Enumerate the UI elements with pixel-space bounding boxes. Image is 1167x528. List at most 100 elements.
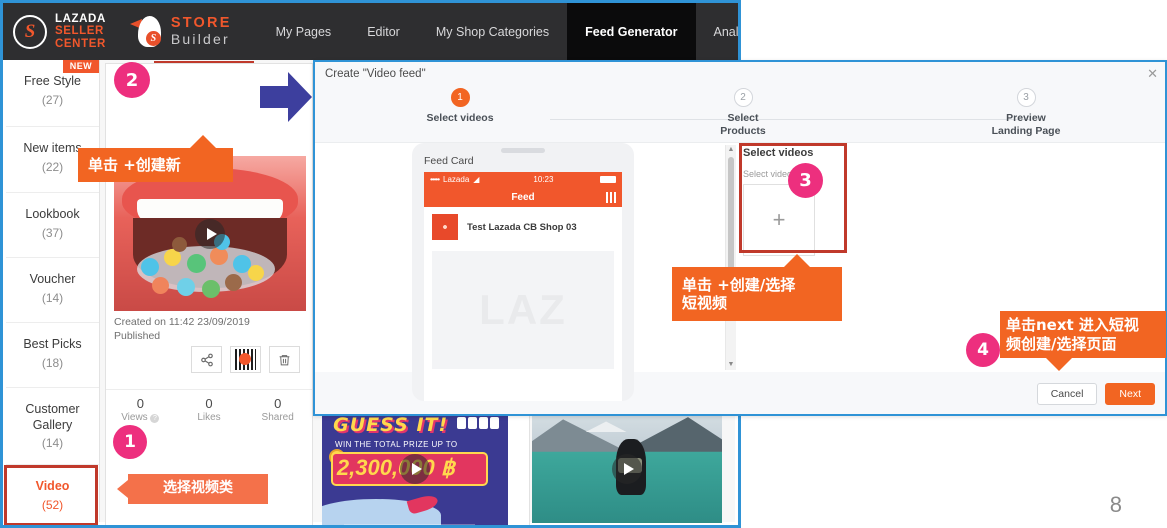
phone-speaker xyxy=(501,148,545,153)
step-caption-line1: Select xyxy=(727,112,759,124)
banner-title: GUESS IT! xyxy=(333,414,449,437)
annotation-pin-1: 1 xyxy=(113,425,147,459)
phone-feed-title-bar: Feed xyxy=(424,187,622,207)
page-number: 8 xyxy=(1109,492,1122,517)
annotation-pin-4: 4 xyxy=(966,333,1000,367)
feed-title: Feed xyxy=(511,191,535,203)
feed-card-item[interactable]: Created on 11:42 23/09/2019 Published 0 … xyxy=(105,63,313,525)
annotation-click-next: 单击next 进入短视 频创建/选择页面 xyxy=(1000,311,1166,371)
sidebar-item-label: Free Style xyxy=(24,74,81,88)
feed-shop-row[interactable]: Test Lazada CB Shop 03 xyxy=(424,207,622,247)
step-caption: Preview Landing Page xyxy=(936,112,1116,138)
nav-item-feed-generator[interactable]: Feed Generator xyxy=(567,3,696,60)
stat-label: Shared xyxy=(261,412,294,423)
scroll-down-icon[interactable]: ▼ xyxy=(726,360,736,370)
shop-name: Test Lazada CB Shop 03 xyxy=(467,221,577,233)
card-created-on: Created on 11:42 23/09/2019 xyxy=(114,316,250,328)
dialog-footer: Cancel Next xyxy=(1036,383,1155,405)
banner-subtitle: WIN THE TOTAL PRIZE UP TO xyxy=(335,440,458,450)
sidebar-item-lookbook[interactable]: Lookbook (37) xyxy=(6,193,99,258)
sidebar-item-best-picks[interactable]: Best Picks (18) xyxy=(6,323,99,388)
store-builder-line1: STORE xyxy=(170,15,232,32)
screenshot-root: S LAZADA SELLER CENTER S STORE Builder M… xyxy=(0,0,1167,528)
step-number: 3 xyxy=(1016,88,1036,107)
lazada-watermark: LAZ xyxy=(479,286,567,333)
lazada-logo-icon: S xyxy=(13,14,47,49)
step-caption: Select videos xyxy=(426,112,494,124)
nav-item-analytics[interactable]: Analytics xyxy=(696,3,739,60)
stat-views: 0 Views ? xyxy=(106,396,175,423)
feed-card-label: Feed Card xyxy=(424,155,474,167)
top-navigation-bar: S LAZADA SELLER CENTER S STORE Builder M… xyxy=(3,3,738,60)
step-caption-line2: Products xyxy=(720,125,766,138)
logo-line-seller: SELLER xyxy=(55,25,104,38)
nav-item-my-pages[interactable]: My Pages xyxy=(258,3,350,60)
store-builder-bird-icon: S xyxy=(129,15,164,48)
trash-icon[interactable] xyxy=(269,346,300,373)
annotation-text-line1: 单击next 进入短视 xyxy=(1006,316,1139,335)
sidebar-item-count: (14) xyxy=(41,290,64,305)
step-2-select-products[interactable]: 2 Select Products xyxy=(653,88,833,138)
card-status: Published xyxy=(114,330,161,342)
sidebar-item-customer-gallery[interactable]: Customer Gallery (14) xyxy=(6,388,99,465)
play-icon[interactable] xyxy=(612,454,642,484)
stat-value: 0 xyxy=(205,396,213,411)
sidebar-item-free-style[interactable]: NEW Free Style (27) xyxy=(6,60,99,127)
share-icon[interactable] xyxy=(191,346,222,373)
nav-menu: My Pages Editor My Shop Categories Feed … xyxy=(258,3,739,60)
wizard-stepper: 1 Select videos 2 Select Products 3 Prev… xyxy=(315,86,1165,140)
step-caption-line2: Landing Page xyxy=(991,125,1061,138)
phone-status-bar: ••••• Lazada ◢ 10:23 xyxy=(424,172,622,187)
store-builder-mark-letter: S xyxy=(145,30,161,46)
stat-label: Views ? xyxy=(106,412,175,423)
close-icon[interactable]: ✕ xyxy=(1147,66,1158,82)
stat-value: 0 xyxy=(274,396,282,411)
annotation-create-select-short-video: 单击 +创建/选择 短视频 xyxy=(672,254,842,321)
stat-likes: 0 Likes xyxy=(175,396,244,423)
qr-code-icon[interactable] xyxy=(606,191,617,203)
stat-label: Likes xyxy=(197,412,221,423)
sidebar-item-label: Voucher xyxy=(29,272,76,286)
video-thumbnail-lake[interactable] xyxy=(532,415,722,523)
annotation-text-line1: 单击 +创建/选择 xyxy=(682,275,796,294)
card-action-icons xyxy=(191,346,300,373)
purple-arrow-icon xyxy=(260,72,312,122)
nav-item-editor[interactable]: Editor xyxy=(349,3,418,60)
lazada-seller-center-logo[interactable]: S LAZADA SELLER CENTER xyxy=(3,13,106,50)
avatar xyxy=(432,214,458,240)
stat-value: 0 xyxy=(136,396,144,411)
next-button[interactable]: Next xyxy=(1105,383,1155,405)
video-thumbnail-banner[interactable]: GUESS IT! WIN THE TOTAL PRIZE UP TO 2,30… xyxy=(322,407,508,525)
new-badge: NEW xyxy=(62,60,99,73)
scroll-up-icon[interactable]: ▲ xyxy=(726,145,736,155)
annotation-pin-2: 2 xyxy=(114,62,150,98)
category-sidebar: NEW Free Style (27) New items (22) Lookb… xyxy=(4,60,100,525)
annotation-pin-3: 3 xyxy=(788,163,823,198)
nav-item-my-shop-categories[interactable]: My Shop Categories xyxy=(418,3,567,60)
carrier-label: Lazada xyxy=(443,175,470,184)
play-icon[interactable] xyxy=(195,218,225,249)
step-3-preview-landing-page[interactable]: 3 Preview Landing Page xyxy=(936,88,1116,138)
sidebar-item-voucher[interactable]: Voucher (14) xyxy=(6,258,99,323)
sidebar-item-label: Customer Gallery xyxy=(25,402,80,432)
play-icon[interactable] xyxy=(400,454,430,484)
step-number: 2 xyxy=(733,88,753,107)
qr-code-icon[interactable] xyxy=(230,346,261,373)
annotation-select-video-type: 选择视频类 xyxy=(117,474,268,504)
annotation-create-new: 单击 +创建新 xyxy=(78,135,233,182)
store-builder-logo[interactable]: S STORE Builder xyxy=(129,15,232,48)
annotation-text-line2: 短视频 xyxy=(682,294,728,312)
info-icon[interactable]: ? xyxy=(150,414,160,423)
feed-placeholder: LAZ xyxy=(432,251,614,369)
cancel-button[interactable]: Cancel xyxy=(1036,383,1098,405)
card-stats-row: 0 Views ? 0 Likes 0 Shared xyxy=(106,389,312,423)
dialog-scrollbar[interactable]: ▲ ▼ xyxy=(725,145,736,370)
sidebar-item-video[interactable]: Video (52) xyxy=(4,465,99,525)
status-time: 10:23 xyxy=(533,175,554,184)
annotation-text-line2: 频创建/选择页面 xyxy=(1006,334,1117,353)
select-videos-highlight-box xyxy=(739,143,847,253)
create-video-feed-dialog: Create "Video feed" ✕ 1 Select videos 2 … xyxy=(313,60,1167,416)
battery-icon xyxy=(600,176,616,183)
step-1-select-videos[interactable]: 1 Select videos xyxy=(370,88,550,125)
sidebar-item-count: (37) xyxy=(41,225,64,240)
